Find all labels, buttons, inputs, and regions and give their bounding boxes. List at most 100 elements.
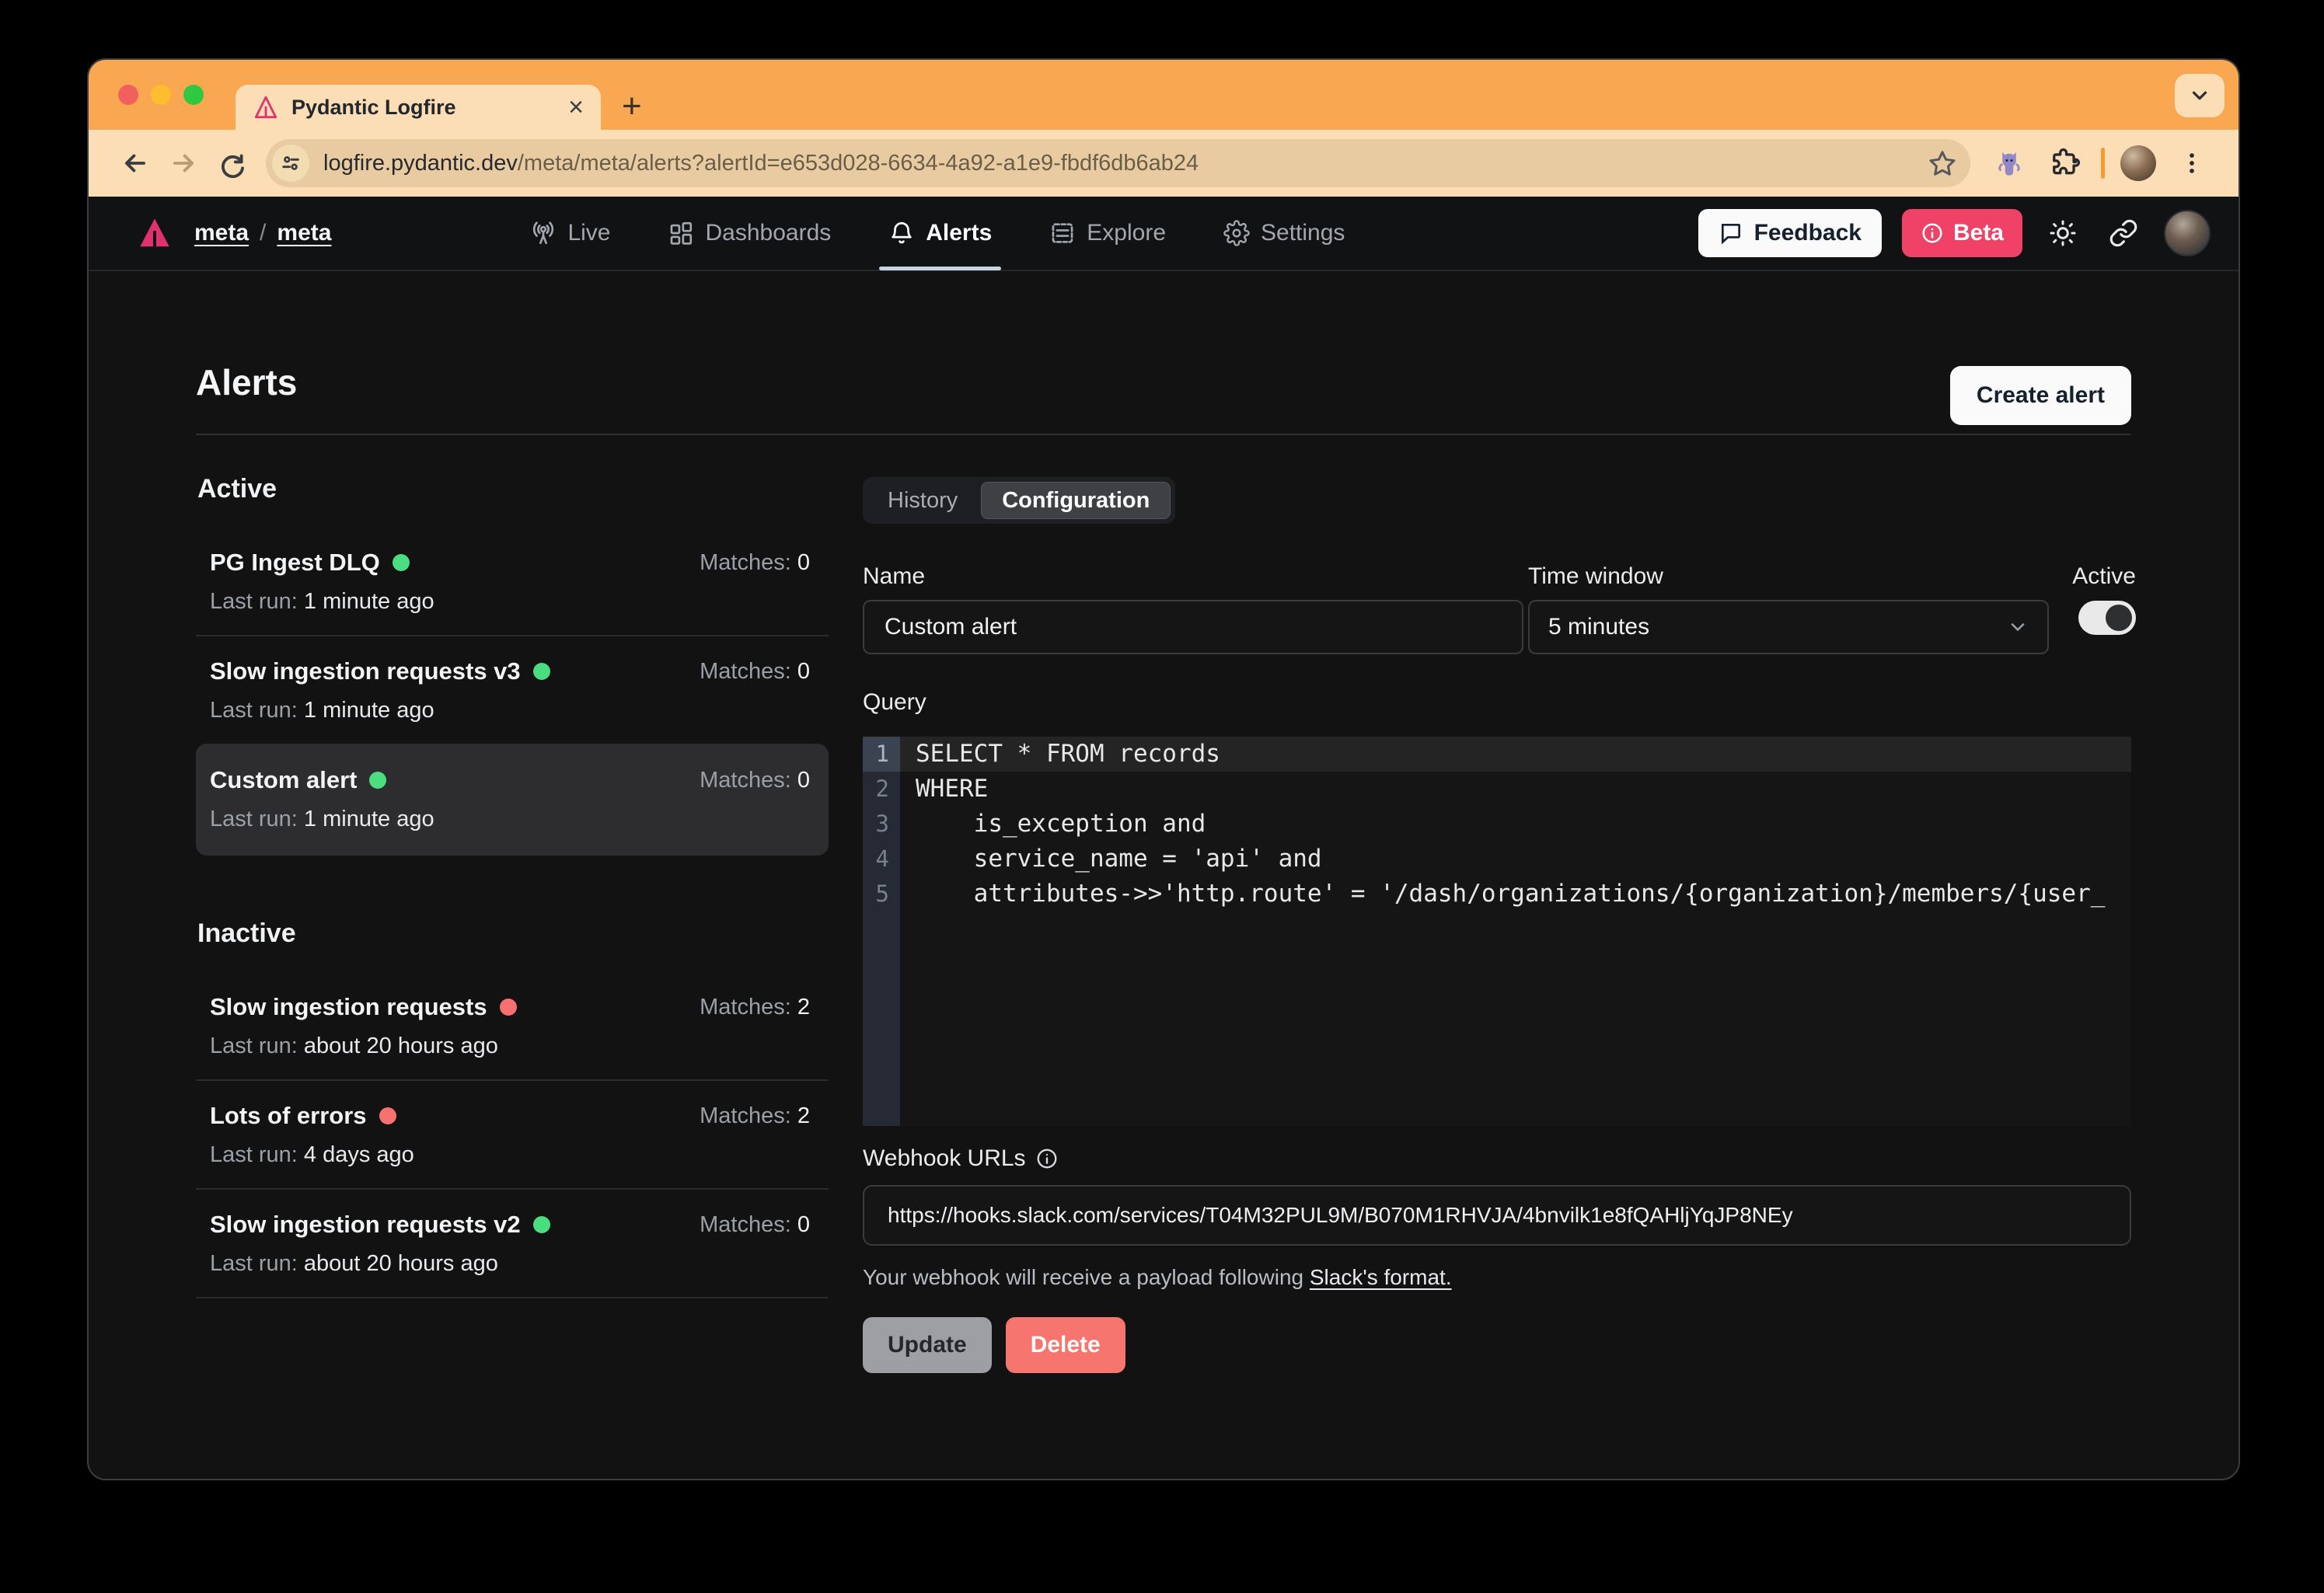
url-text: logfire.pydantic.dev/meta/meta/alerts?al… [323, 151, 1922, 176]
create-alert-button[interactable]: Create alert [1950, 366, 2131, 425]
time-window-label: Time window [1528, 563, 2049, 591]
zoom-window-button[interactable] [183, 85, 204, 105]
query-code-editor[interactable]: 1SELECT * FROM records 2WHERE 3 is_excep… [863, 737, 2131, 1126]
forward-button[interactable] [163, 143, 204, 183]
line-number: 2 [863, 772, 900, 807]
info-icon[interactable] [1035, 1147, 1059, 1170]
browser-window: Pydantic Logfire × + logfire.pydantic [87, 58, 2240, 1480]
alert-list-item[interactable]: Slow ingestion requests v3 Matches: 0 La… [196, 636, 829, 744]
minimize-window-button[interactable] [151, 85, 171, 105]
query-label: Query [863, 688, 2131, 716]
beta-badge[interactable]: Beta [1902, 209, 2022, 257]
code-text: attributes->>'http.route' = '/dash/organ… [900, 877, 2131, 912]
last-run: Last run: 4 days ago [210, 1142, 810, 1168]
extensions-puzzle-icon[interactable] [2045, 143, 2085, 183]
alert-list-item[interactable]: Lots of errors Matches: 2 Last run: 4 da… [196, 1081, 829, 1190]
theme-toggle-button[interactable] [2043, 213, 2083, 253]
line-number: 4 [863, 842, 900, 877]
nav-label: Live [567, 220, 610, 246]
matches-count: Matches: 0 [700, 768, 810, 793]
breadcrumb-org-link[interactable]: meta [194, 220, 249, 246]
nav-item-explore[interactable]: Explore [1049, 196, 1166, 270]
update-button[interactable]: Update [863, 1317, 992, 1373]
status-dot [533, 1216, 550, 1233]
live-icon [530, 220, 557, 246]
alert-list: Active PG Ingest DLQ Matches: 0 Last run… [196, 473, 829, 1298]
toolbar-separator [2101, 148, 2105, 179]
alert-list-item[interactable]: Slow ingestion requests v2 Matches: 0 La… [196, 1190, 829, 1298]
code-line: 5 attributes->>'http.route' = '/dash/org… [863, 877, 2131, 912]
chat-bubble-icon [1719, 221, 1743, 246]
tab-configuration[interactable]: Configuration [981, 482, 1171, 519]
logfire-logo-icon[interactable] [137, 215, 173, 251]
close-tab-icon[interactable]: × [568, 94, 584, 120]
tab-history[interactable]: History [867, 482, 978, 519]
browser-menu-icon[interactable] [2172, 143, 2212, 183]
chevron-down-icon [2188, 84, 2211, 107]
alert-list-item[interactable]: Slow ingestion requests Matches: 2 Last … [196, 972, 829, 1081]
webhook-urls-label: Webhook URLs [863, 1145, 2131, 1173]
main-nav: Live Dashboards Alerts Expl [530, 196, 1345, 270]
alerts-page: Alerts Create alert Active PG Ingest DLQ… [89, 271, 2239, 1479]
nav-item-settings[interactable]: Settings [1223, 196, 1345, 270]
active-toggle[interactable] [2078, 601, 2136, 635]
header-divider [196, 434, 2131, 435]
time-window-select[interactable]: 5 minutes [1528, 600, 2049, 654]
webhook-label-text: Webhook URLs [863, 1145, 1026, 1173]
name-input[interactable] [863, 600, 1523, 654]
browser-tab[interactable]: Pydantic Logfire × [236, 85, 601, 130]
name-label: Name [863, 563, 1523, 591]
breadcrumb-project-link[interactable]: meta [277, 220, 331, 246]
active-tab-underline [879, 267, 1001, 270]
slack-format-link[interactable]: Slack's format. [1310, 1265, 1452, 1289]
webhook-url-input[interactable] [863, 1185, 2131, 1246]
alert-list-item[interactable]: PG Ingest DLQ Matches: 0 Last run: 1 min… [196, 528, 829, 636]
tab-search-button[interactable] [2175, 74, 2225, 117]
alert-detail-panel: History Configuration Name Time window A… [863, 477, 2131, 1373]
nav-item-dashboards[interactable]: Dashboards [668, 196, 831, 270]
active-section-heading: Active [197, 473, 829, 504]
code-text: WHERE [900, 772, 2131, 807]
alert-name: Slow ingestion requests [210, 992, 487, 1022]
matches-count: Matches: 0 [700, 550, 810, 576]
close-window-button[interactable] [118, 85, 138, 105]
tab-title: Pydantic Logfire [291, 96, 568, 120]
user-avatar[interactable] [2164, 210, 2211, 256]
toggle-knob [2106, 605, 2132, 631]
feedback-button[interactable]: Feedback [1698, 209, 1882, 257]
last-run: Last run: about 20 hours ago [210, 1250, 810, 1277]
page-title: Alerts [196, 361, 297, 403]
nav-item-live[interactable]: Live [530, 196, 610, 270]
nav-label: Explore [1087, 220, 1166, 246]
breadcrumb-separator: / [260, 220, 266, 246]
extension-cat-icon[interactable] [1989, 143, 2029, 183]
inactive-section-heading: Inactive [197, 918, 829, 949]
chevron-down-icon [2007, 616, 2029, 638]
new-tab-button[interactable]: + [622, 89, 642, 124]
code-text: SELECT * FROM records [900, 737, 2131, 772]
reload-button[interactable] [211, 143, 252, 183]
matches-count: Matches: 0 [700, 1212, 810, 1238]
sun-icon [2048, 218, 2078, 248]
matches-count: Matches: 2 [700, 1103, 810, 1129]
code-text: is_exception and [900, 807, 2131, 842]
bookmark-star-icon[interactable] [1922, 143, 1963, 183]
nav-label: Settings [1261, 220, 1345, 246]
code-line: 4 service_name = 'api' and [863, 842, 2131, 877]
address-bar[interactable]: logfire.pydantic.dev/meta/meta/alerts?al… [266, 139, 1970, 187]
alert-list-item-selected[interactable]: Custom alert Matches: 0 Last run: 1 minu… [196, 744, 829, 856]
share-link-button[interactable] [2103, 213, 2144, 253]
nav-item-alerts[interactable]: Alerts [888, 196, 992, 270]
status-dot [393, 554, 410, 571]
detail-tabs: History Configuration [863, 477, 1175, 524]
browser-profile-avatar[interactable] [2120, 145, 2156, 181]
config-form: Name Time window Active 5 minutes [863, 563, 2131, 654]
code-line: 3 is_exception and [863, 807, 2131, 842]
link-icon [2109, 218, 2138, 248]
active-label: Active [2054, 563, 2136, 591]
back-button[interactable] [115, 143, 155, 183]
matches-count: Matches: 2 [700, 995, 810, 1020]
window-controls [118, 85, 204, 105]
site-info-icon[interactable] [272, 145, 309, 182]
delete-button[interactable]: Delete [1006, 1317, 1125, 1373]
